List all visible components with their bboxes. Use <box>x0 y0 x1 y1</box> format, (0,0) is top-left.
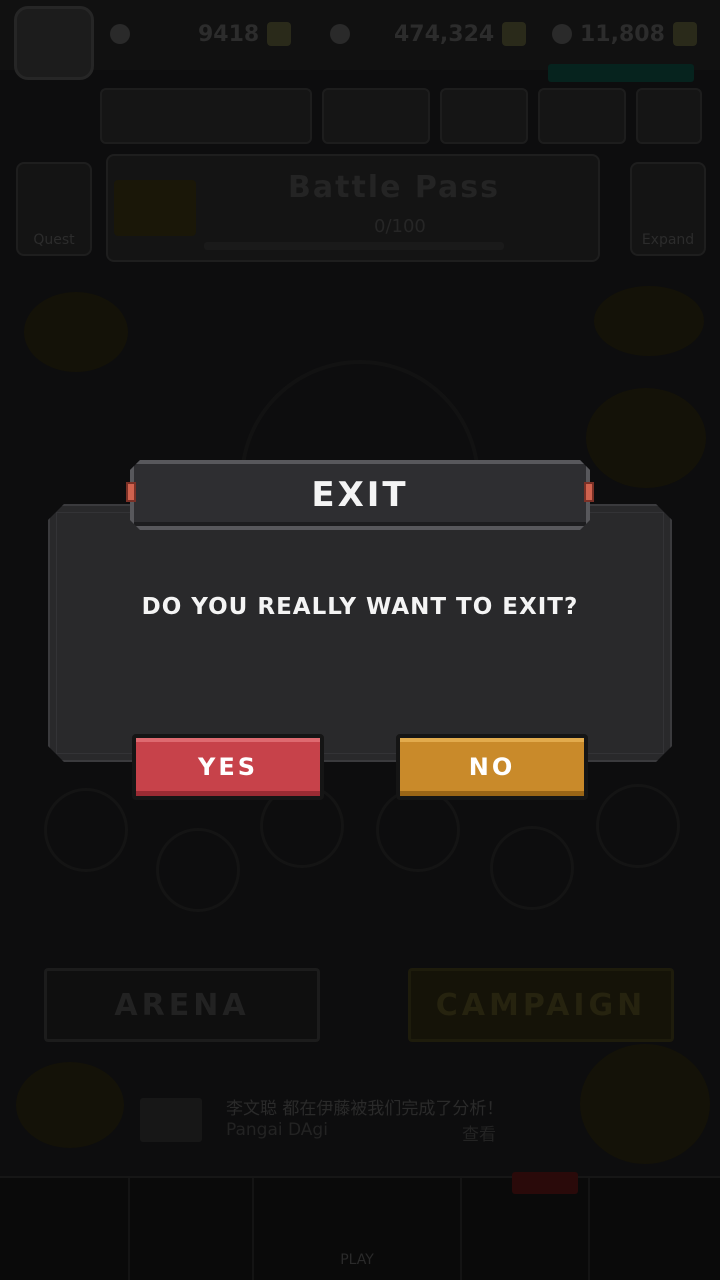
title-gem-right-icon <box>584 482 594 502</box>
dialog-title-bar: EXIT <box>130 460 590 530</box>
exit-dialog: EXIT DO YOU REALLY WANT TO EXIT? YES NO <box>48 490 672 800</box>
hero-slot <box>156 828 240 912</box>
expand-button: Expand <box>630 162 706 256</box>
energy-icon <box>552 24 572 44</box>
shop-badge <box>586 388 706 488</box>
battle-pass-progress-bar <box>204 242 504 250</box>
mail-slot <box>538 88 626 144</box>
reward-pile-badge <box>580 1044 710 1164</box>
gem-icon <box>110 24 130 44</box>
new-badge <box>512 1172 578 1194</box>
hero-slot <box>44 788 128 872</box>
bottom-navigation: PLAY <box>0 1172 720 1280</box>
battle-pass-title: Battle Pass <box>288 170 501 205</box>
quest-button: Quest <box>16 162 92 256</box>
hero-slot <box>596 784 680 868</box>
event-badge-right <box>594 286 704 356</box>
gold-coin-icon <box>330 24 350 44</box>
battle-pass-chest-icon <box>114 180 196 236</box>
nav-tab-shop <box>0 1178 130 1280</box>
add-gold-icon <box>502 22 527 46</box>
event-timer-tag <box>548 64 694 82</box>
battle-pass-banner: Battle Pass 0/100 <box>106 154 600 262</box>
news-ticker: 李文聪 都在伊藤被我们完成了分析！ Pangai DAgi 查看 <box>140 1090 580 1150</box>
menu-slot <box>636 88 702 144</box>
nav-tab-heroes <box>130 1178 254 1280</box>
campaign-mode-button: CAMPAIGN <box>408 968 674 1042</box>
add-gems-icon <box>267 22 292 46</box>
arena-mode-button: ARENA <box>44 968 320 1042</box>
add-energy-icon <box>672 22 697 46</box>
nav-tab-play: PLAY <box>254 1178 462 1280</box>
energy-counter: 11,808 <box>552 18 697 50</box>
yes-button[interactable]: YES <box>132 734 324 800</box>
no-button[interactable]: NO <box>396 734 588 800</box>
bundle-offer-badge <box>16 1062 124 1148</box>
title-gem-left-icon <box>126 482 136 502</box>
gems-counter: 9418 <box>110 18 292 50</box>
battle-pass-progress: 0/100 <box>374 216 426 237</box>
gold-counter: 474,324 <box>330 18 527 50</box>
nav-tab-guild <box>590 1178 720 1280</box>
dialog-panel <box>48 504 672 762</box>
dialog-title: EXIT <box>311 475 409 515</box>
player-name-plate <box>100 88 312 144</box>
hero-slot <box>490 826 574 910</box>
dialog-message: DO YOU REALLY WANT TO EXIT? <box>141 594 579 620</box>
rank-slot <box>322 88 430 144</box>
event-badge-left <box>24 292 128 372</box>
player-avatar <box>14 6 94 80</box>
news-thumbnail <box>140 1098 202 1142</box>
hero-slot <box>376 788 460 872</box>
chest-slot <box>440 88 528 144</box>
